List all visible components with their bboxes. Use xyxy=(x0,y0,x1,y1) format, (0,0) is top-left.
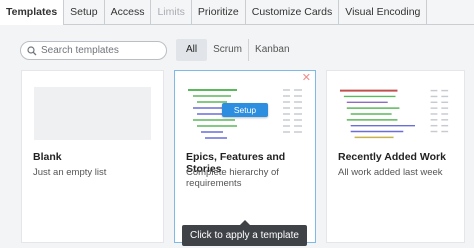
card-title: Blank xyxy=(33,151,62,163)
tab-bar: Templates Setup Access Limits Prioritize… xyxy=(0,0,474,26)
card-title: Recently Added Work xyxy=(338,151,446,163)
template-card-recently-added-work[interactable]: Recently Added Work All work added last … xyxy=(326,70,465,243)
filter-scrum[interactable]: Scrum xyxy=(207,39,248,61)
tab-visual-encoding[interactable]: Visual Encoding xyxy=(339,0,428,25)
tooltip-arrow xyxy=(240,220,250,225)
tooltip-text: Click to apply a template xyxy=(190,230,299,241)
filter-all[interactable]: All xyxy=(176,39,208,61)
preview-rows xyxy=(339,89,415,139)
search-icon xyxy=(27,45,37,55)
filter-kanban[interactable]: Kanban xyxy=(248,39,295,61)
template-filter: All Scrum Kanban xyxy=(176,39,296,61)
templates-panel: All Scrum Kanban Blank Just an empty lis… xyxy=(0,25,474,248)
tab-access[interactable]: Access xyxy=(105,0,152,25)
card-description: Just an empty list xyxy=(33,167,107,178)
template-card-blank[interactable]: Blank Just an empty list xyxy=(21,70,164,243)
close-icon[interactable]: ✕ xyxy=(302,73,311,84)
tab-setup[interactable]: Setup xyxy=(64,0,105,25)
tab-customize-cards[interactable]: Customize Cards xyxy=(246,0,340,25)
template-card-epics-features-stories[interactable]: ✕ Setup Epics, Features and Stories Comp… xyxy=(174,70,316,243)
apply-template-tooltip: Click to apply a template xyxy=(182,220,307,246)
card-description: Complete hierarchy of requirements xyxy=(186,167,279,189)
tab-prioritize[interactable]: Prioritize xyxy=(192,0,246,25)
tab-templates[interactable]: Templates xyxy=(0,0,65,26)
preview-columns xyxy=(283,89,302,133)
preview-columns xyxy=(430,89,449,133)
tab-limits[interactable]: Limits xyxy=(151,0,192,25)
template-preview-blank xyxy=(34,87,151,140)
search-input[interactable] xyxy=(41,45,161,56)
template-preview-recent xyxy=(339,89,449,139)
search-box[interactable] xyxy=(20,41,167,60)
card-description: All work added last week xyxy=(338,167,443,178)
setup-button[interactable]: Setup xyxy=(222,103,268,117)
